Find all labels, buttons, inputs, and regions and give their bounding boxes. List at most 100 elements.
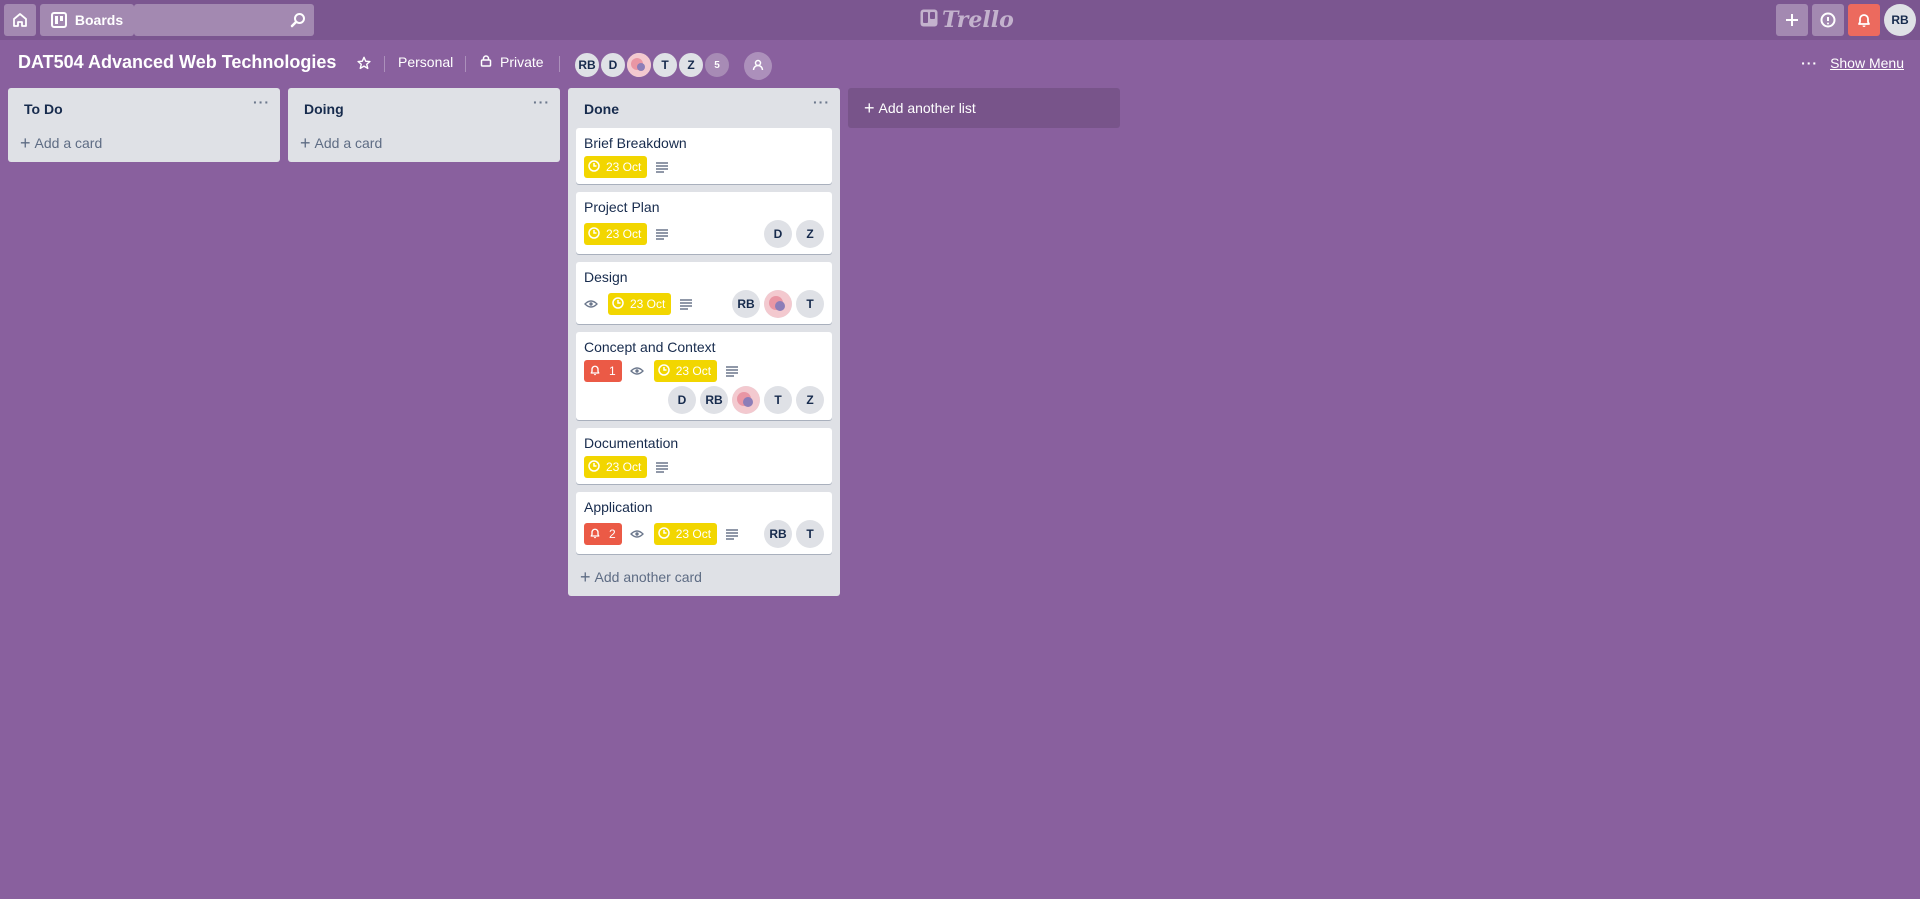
card-documentation[interactable]: Documentation 23 Oct	[576, 428, 832, 484]
list-menu-icon[interactable]: ···	[813, 94, 830, 110]
clock-icon	[657, 363, 676, 379]
bell-icon	[1856, 12, 1872, 28]
home-button[interactable]	[4, 4, 36, 36]
boards-icon	[50, 12, 75, 28]
card-badges: 2 23 Oct RB T	[584, 520, 824, 552]
list-title[interactable]: Done	[584, 101, 619, 117]
show-menu-button[interactable]: ··· Show Menu	[1801, 55, 1904, 71]
trello-logo[interactable]: Trello	[920, 7, 1014, 33]
list-menu-icon[interactable]: ···	[533, 94, 550, 110]
ellipsis-icon: ···	[1801, 55, 1819, 71]
add-card-label: Add a card	[34, 135, 103, 151]
bell-icon	[589, 364, 609, 379]
member-avatar-image[interactable]	[625, 51, 653, 79]
eye-icon	[629, 366, 644, 376]
card-badges: 1 23 Oct D RB T Z	[584, 360, 824, 418]
member-avatar[interactable]: D	[764, 220, 792, 248]
card-badges: 23 Oct	[584, 156, 824, 182]
card-badges: 23 Oct D Z	[584, 220, 824, 252]
add-member-icon	[752, 58, 764, 74]
notification-badge[interactable]: 2	[584, 523, 622, 545]
boards-button[interactable]: Boards	[40, 4, 134, 36]
due-date-badge[interactable]: 23 Oct	[584, 456, 648, 478]
member-avatar[interactable]: T	[651, 51, 679, 79]
due-date-badge[interactable]: 23 Oct	[584, 156, 648, 178]
member-avatar[interactable]: RB	[700, 386, 728, 414]
due-date-badge[interactable]: 23 Oct	[653, 523, 718, 545]
member-count-badge[interactable]: 5	[703, 51, 731, 79]
user-avatar[interactable]: RB	[1884, 4, 1916, 36]
card-list: Brief Breakdown 23 Oct Project Plan 23 O…	[568, 128, 840, 554]
search-icon[interactable]	[290, 12, 306, 31]
add-card-button[interactable]: + Add a card	[16, 128, 272, 158]
card-concept-and-context[interactable]: Concept and Context 1 23 Oct D RB T Z	[576, 332, 832, 420]
member-avatar[interactable]: Z	[796, 220, 824, 248]
clock-icon	[657, 526, 676, 542]
trello-logo-icon	[920, 7, 942, 33]
card-brief-breakdown[interactable]: Brief Breakdown 23 Oct	[576, 128, 832, 184]
member-avatar[interactable]: RB	[764, 520, 792, 548]
clock-icon	[588, 159, 606, 175]
description-icon	[655, 228, 669, 240]
header-divider	[384, 56, 385, 72]
plus-icon	[1784, 12, 1800, 28]
due-date-badge[interactable]: 23 Oct	[608, 293, 672, 315]
add-card-label: Add another card	[594, 569, 702, 585]
card-title: Application	[584, 499, 653, 515]
card-members: RB T	[760, 520, 824, 548]
plus-icon: +	[580, 567, 591, 587]
info-button[interactable]	[1812, 4, 1844, 36]
search-box[interactable]	[134, 4, 314, 36]
member-avatar[interactable]: RB	[573, 51, 601, 79]
board-title[interactable]: DAT504 Advanced Web Technologies	[18, 52, 336, 73]
add-list-button[interactable]: + Add another list	[848, 88, 1120, 128]
logo-text: Trello	[942, 7, 1014, 33]
due-date-badge[interactable]: 23 Oct	[584, 223, 648, 245]
invite-button[interactable]	[744, 52, 772, 80]
member-avatar[interactable]: T	[796, 520, 824, 548]
list-header: To Do ···	[8, 88, 280, 128]
member-avatar[interactable]: D	[668, 386, 696, 414]
description-icon	[655, 161, 669, 173]
search-input[interactable]	[134, 4, 314, 36]
list-title[interactable]: To Do	[24, 101, 63, 117]
description-icon	[655, 461, 669, 473]
team-button[interactable]: Personal	[398, 54, 453, 70]
due-date-label: 23 Oct	[606, 460, 642, 474]
top-header: Boards Trello RB	[0, 0, 1920, 40]
member-avatar[interactable]: T	[764, 386, 792, 414]
star-icon[interactable]	[357, 56, 371, 73]
member-avatar[interactable]: RB	[732, 290, 760, 318]
member-avatar-image[interactable]	[764, 290, 792, 318]
member-avatar[interactable]: T	[796, 290, 824, 318]
plus-icon: +	[20, 133, 31, 153]
due-date-badge[interactable]: 23 Oct	[653, 360, 718, 382]
list-title[interactable]: Doing	[304, 101, 344, 117]
member-avatar[interactable]: D	[599, 51, 627, 79]
card-project-plan[interactable]: Project Plan 23 Oct D Z	[576, 192, 832, 254]
home-icon	[12, 12, 28, 28]
card-design[interactable]: Design 23 Oct RB T	[576, 262, 832, 324]
list-doing: Doing ··· + Add a card	[288, 88, 560, 162]
list-menu-icon[interactable]: ···	[253, 94, 270, 110]
list-done: Done ··· Brief Breakdown 23 Oct Project …	[568, 88, 840, 596]
card-application[interactable]: Application 2 23 Oct RB T	[576, 492, 832, 554]
eye-icon	[584, 299, 598, 309]
member-avatar[interactable]: Z	[677, 51, 705, 79]
list-header: Doing ···	[288, 88, 560, 128]
clock-icon	[588, 226, 606, 242]
add-card-button[interactable]: + Add another card	[576, 562, 832, 592]
notification-count: 1	[609, 364, 616, 378]
add-card-button[interactable]: + Add a card	[296, 128, 552, 158]
due-date-label: 23 Oct	[630, 297, 666, 311]
lock-icon	[480, 54, 500, 70]
member-avatar[interactable]: Z	[796, 386, 824, 414]
notification-badge[interactable]: 1	[584, 360, 622, 382]
notifications-button[interactable]	[1848, 4, 1880, 36]
clock-icon	[612, 296, 630, 312]
member-avatar-image[interactable]	[732, 386, 760, 414]
clock-icon	[588, 459, 606, 475]
visibility-button[interactable]: Private	[480, 54, 544, 70]
add-list-label: Add another list	[878, 100, 976, 116]
create-button[interactable]	[1776, 4, 1808, 36]
